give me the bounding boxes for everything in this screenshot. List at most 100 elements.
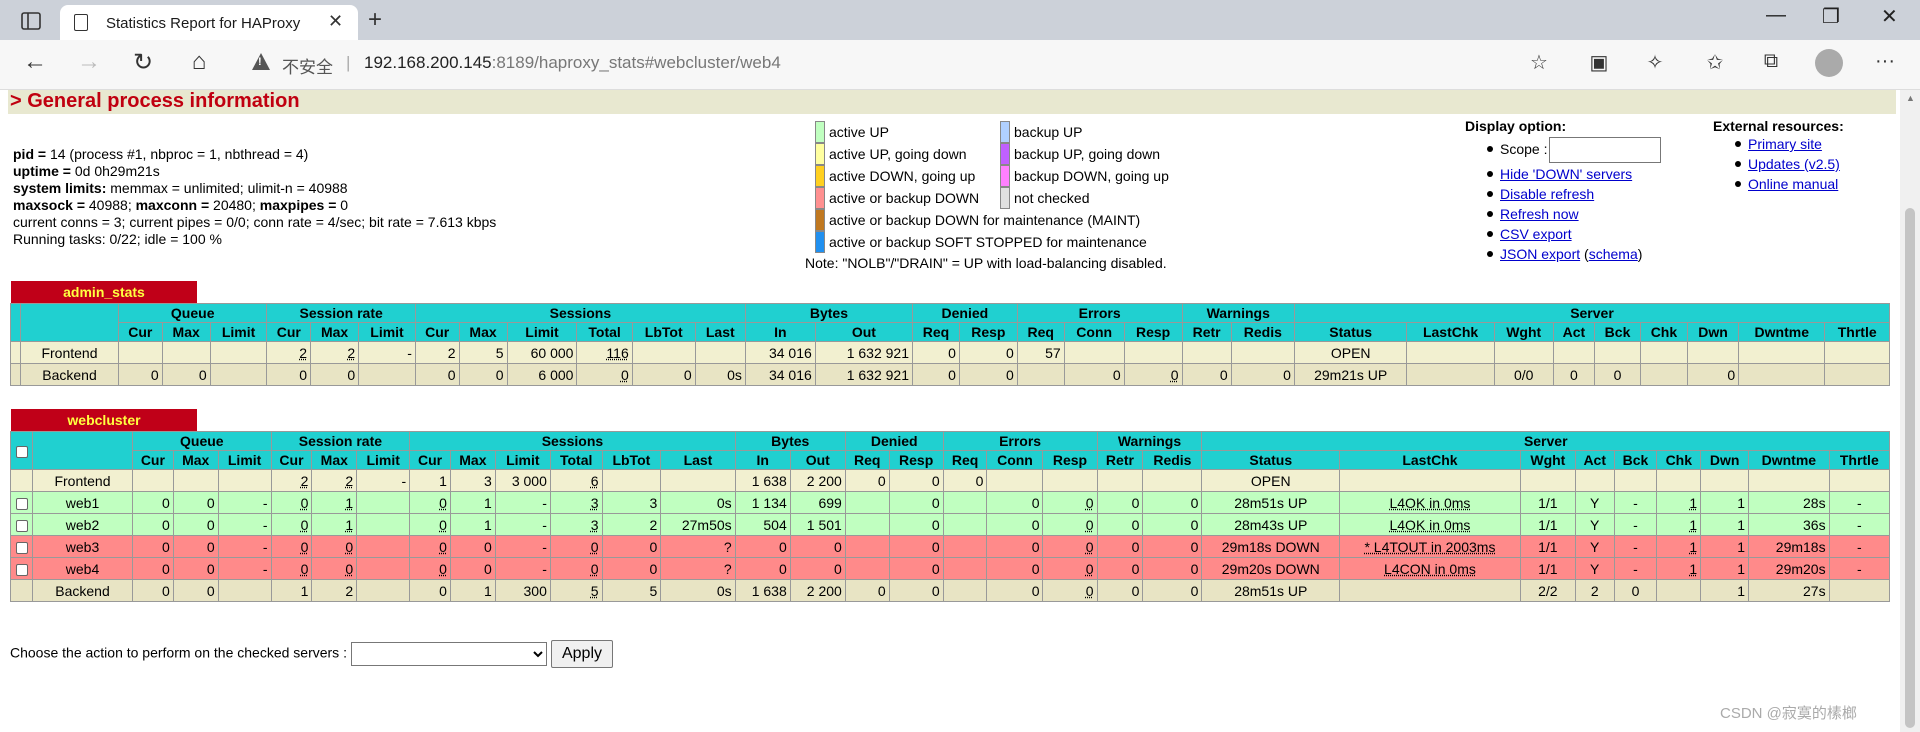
collections-icon[interactable]: ⧉ [1756, 50, 1786, 73]
apply-button[interactable]: Apply [550, 640, 613, 668]
table-row[interactable]: Backend 0 0 1 2 0 1 300 5 5 0s 1 638 2 200 0 0 0 0 0 0 28m5… [10, 579, 1891, 602]
restore-icon[interactable]: ❐ [1822, 4, 1840, 29]
tab-actions-icon[interactable] [18, 9, 44, 33]
column-header: Max [458, 322, 508, 342]
table-row[interactable]: web1 0 0 - 0 1 0 1 - 3 3 0s 1 134 699 0 0 0 0 0 28m51s UP L4… [10, 491, 1891, 514]
table-cell: L4OK in 0ms [1339, 491, 1521, 514]
browser-tab[interactable]: Statistics Report for HAProxy ✕ [60, 5, 358, 40]
scope-input[interactable] [1549, 137, 1662, 164]
cell-value: 2 200 [806, 582, 842, 599]
add-favorite-icon[interactable]: ☆ [1524, 50, 1554, 75]
row-checkbox[interactable] [15, 519, 28, 532]
table-cell [1123, 341, 1183, 364]
primary-site-link[interactable]: Primary site [1748, 136, 1822, 152]
table-cell [844, 491, 890, 514]
display-options-title: Display option: [1465, 118, 1567, 134]
cell-value: 0 [161, 538, 170, 555]
cell-value: 6 000 [538, 366, 574, 383]
close-window-icon[interactable]: ✕ [1881, 4, 1898, 29]
table-row[interactable]: Frontend 2 2 - 2 5 60 000 116 34 016 1 632 921 0 0 5… [10, 341, 1890, 364]
cell-value: 1 [484, 582, 492, 599]
reload-icon[interactable]: ↻ [128, 48, 158, 77]
schema-link[interactable]: schema [1589, 246, 1638, 262]
cell-value: 0 [683, 366, 692, 383]
url-field[interactable]: 不安全 | 192.168.200.145:8189/haproxy_stats… [240, 46, 1540, 82]
extensions-icon[interactable]: ✧ [1640, 50, 1670, 75]
maxpipes-value: 0 [340, 197, 349, 213]
row-checkbox[interactable] [15, 541, 28, 554]
updates-link[interactable]: Updates (v2.5) [1748, 156, 1840, 172]
admin-stats-proxy-name[interactable]: admin_stats [11, 281, 197, 303]
row-name[interactable]: web2 [32, 513, 133, 536]
row-select-cell[interactable] [10, 535, 33, 558]
table-row[interactable]: web2 0 0 - 0 1 0 1 - 3 2 27m50s 504 1 501 0 0 0 0 0 28m43s … [10, 513, 1891, 536]
favorites-icon[interactable]: ✩ [1700, 50, 1730, 75]
table-cell: 34 016 [744, 363, 816, 386]
table-cell [118, 341, 163, 364]
cell-value: 0 [1613, 366, 1622, 383]
hide-down-link[interactable]: Hide 'DOWN' servers [1500, 166, 1632, 182]
online-manual-link[interactable]: Online manual [1748, 176, 1838, 192]
legend-swatch [815, 187, 825, 209]
cell-value: 0 [1005, 366, 1014, 383]
column-header: Chk [1656, 450, 1702, 470]
row-name[interactable]: web1 [32, 491, 133, 514]
new-tab-icon[interactable]: + [368, 6, 382, 34]
table-row[interactable]: Frontend 2 2 - 1 3 3 000 6 1 638 2 200 0 0 0 OPEN [10, 469, 1891, 492]
table-cell: - [1613, 535, 1658, 558]
table-cell [356, 579, 411, 602]
url-text[interactable]: 192.168.200.145:8189/haproxy_stats#webcl… [364, 53, 781, 73]
cell-value: 1 [345, 494, 354, 511]
close-tab-icon[interactable]: ✕ [328, 11, 343, 32]
csv-export-link[interactable]: CSV export [1500, 226, 1572, 242]
forward-icon[interactable]: → [74, 48, 104, 76]
minimize-icon[interactable]: — [1766, 4, 1786, 27]
refresh-now-link[interactable]: Refresh now [1500, 206, 1579, 222]
cell-value: 27m50s [681, 516, 732, 533]
row-name[interactable]: Backend [20, 363, 119, 386]
more-menu-icon[interactable]: ··· [1870, 50, 1900, 73]
scrollbar-thumb[interactable] [1905, 208, 1915, 728]
home-icon[interactable]: ⌂ [184, 48, 214, 76]
row-select-cell[interactable] [10, 557, 33, 580]
table-cell: 0 [161, 363, 211, 386]
select-all-checkbox[interactable] [15, 445, 28, 458]
table-cell: 29m20s DOWN [1201, 557, 1341, 580]
table-row[interactable]: web3 0 0 - 0 0 0 0 - 0 0? 0 0 0 0 0 0 0 29m18s DOWN * L4TOU… [10, 535, 1891, 558]
table-cell: 0 [888, 513, 944, 536]
row-name[interactable]: web4 [32, 557, 133, 580]
header-corner[interactable] [10, 431, 33, 470]
page-scrollbar[interactable]: ▲ [1900, 90, 1920, 732]
cell-value: 0 [1283, 366, 1291, 383]
action-select[interactable] [350, 642, 547, 666]
json-export-link[interactable]: JSON export [1500, 246, 1580, 262]
column-header: Req [1016, 322, 1065, 342]
cell-value: - [262, 494, 268, 511]
cell-value: 0 [1005, 344, 1014, 361]
split-screen-icon[interactable]: ▣ [1584, 50, 1614, 75]
profile-avatar[interactable] [1815, 49, 1843, 77]
table-row[interactable]: Backend 0 0 0 0 0 0 6 000 0 0 0s 34 016 1 632 921 0 0 0… [10, 363, 1890, 386]
table-cell [844, 513, 890, 536]
scroll-up-icon[interactable]: ▲ [1906, 93, 1915, 103]
back-icon[interactable]: ← [20, 48, 50, 76]
table-row[interactable]: web4 0 0 - 0 0 0 0 - 0 0? 0 0 0 0 0 0 0 29m20s DOWN L4CON i… [10, 557, 1891, 580]
row-name[interactable]: Backend [32, 579, 133, 602]
row-name[interactable]: web3 [32, 535, 133, 558]
webcluster-proxy-name[interactable]: webcluster [11, 409, 197, 431]
row-select-cell[interactable] [10, 513, 33, 536]
cell-value: - [542, 560, 547, 577]
table-cell: 2 200 [789, 579, 846, 602]
disable-refresh-link[interactable]: Disable refresh [1500, 186, 1594, 202]
row-name[interactable]: Frontend [20, 341, 119, 364]
row-name[interactable]: Frontend [32, 469, 133, 492]
row-checkbox[interactable] [15, 497, 28, 510]
cell-value: 0 [975, 472, 984, 489]
row-select-cell[interactable] [10, 491, 33, 514]
legend-swatch [1000, 187, 1010, 209]
cell-value: 1/1 [1538, 560, 1558, 577]
column-header: Dwn [1700, 450, 1750, 470]
table-cell: 1 [1700, 491, 1750, 514]
row-checkbox[interactable] [15, 563, 28, 576]
cell-value: 0 [1131, 516, 1140, 533]
